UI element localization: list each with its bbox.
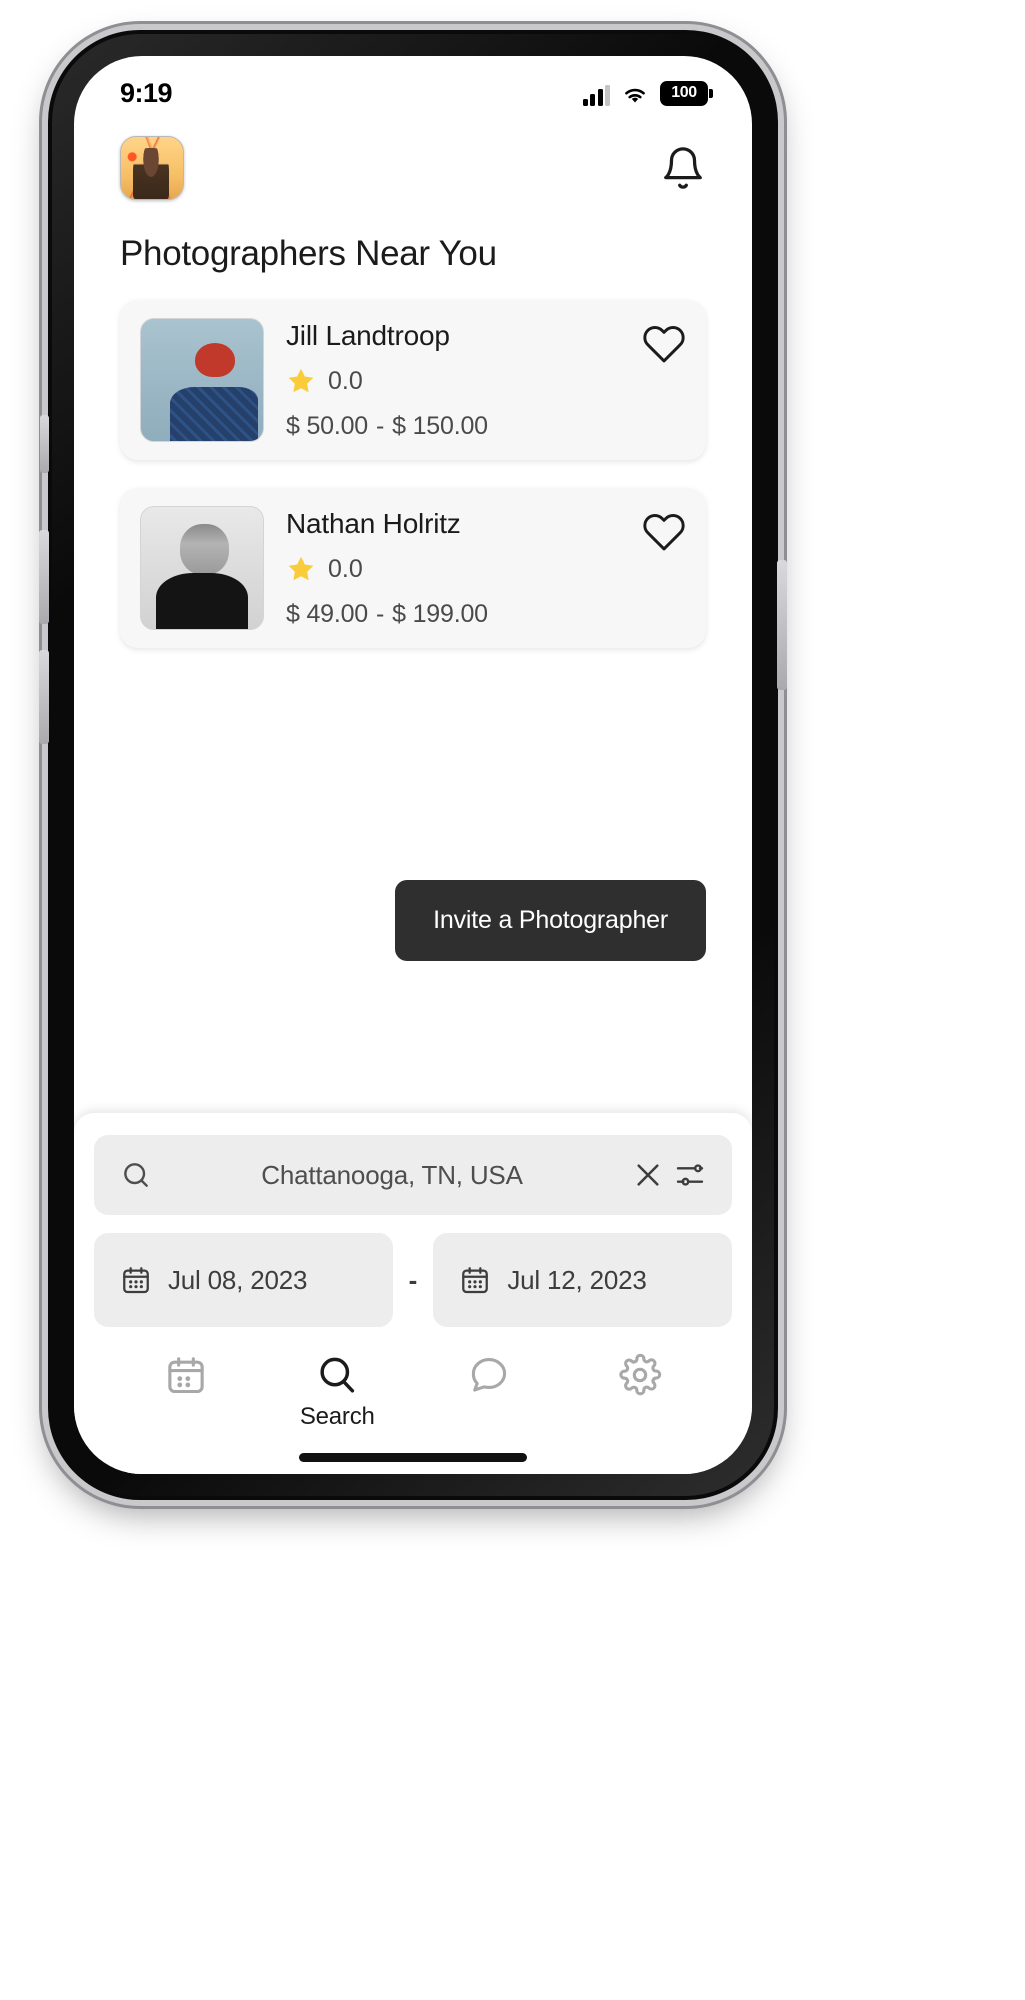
status-icons: 100 bbox=[582, 80, 713, 106]
silent-switch-button[interactable] bbox=[40, 415, 49, 473]
status-bar: 9:19 100 bbox=[74, 56, 752, 118]
date-range-row: Jul 08, 2023 - Jul 12, 2023 bbox=[94, 1233, 733, 1327]
price-min: $ 49.00 bbox=[286, 600, 369, 628]
home-indicator bbox=[299, 1453, 527, 1462]
location-search-field[interactable]: Chattanooga, TN, USA bbox=[94, 1135, 732, 1215]
star-icon bbox=[288, 368, 314, 393]
battery-icon: 100 bbox=[660, 80, 713, 106]
power-button[interactable] bbox=[777, 560, 787, 690]
page-title: Photographers Near You bbox=[120, 234, 497, 273]
filter-sliders-icon[interactable] bbox=[674, 1159, 706, 1191]
photographer-name: Jill Landtroop bbox=[286, 320, 450, 351]
gear-icon bbox=[619, 1353, 662, 1396]
search-input[interactable]: Chattanooga, TN, USA bbox=[162, 1160, 622, 1191]
price-max: $ 199.00 bbox=[392, 600, 488, 628]
bell-icon[interactable] bbox=[660, 145, 706, 191]
start-date-value: Jul 08, 2023 bbox=[168, 1264, 308, 1295]
price-range: $ 50.00- $ 150.00 bbox=[286, 412, 620, 441]
star-icon bbox=[288, 556, 314, 581]
battery-level: 100 bbox=[671, 84, 697, 101]
tab-messages[interactable] bbox=[413, 1353, 565, 1403]
wifi-icon bbox=[625, 88, 645, 102]
date-separator: - bbox=[408, 1264, 418, 1295]
invite-button-row: Invite a Photographer bbox=[74, 880, 752, 961]
photographer-info: Jill Landtroop 0.0 $ 50.00- $ 150.00 bbox=[286, 318, 620, 441]
cellular-signal-icon bbox=[582, 84, 610, 106]
photographer-thumbnail bbox=[140, 318, 264, 442]
bottom-tab-bar: Search bbox=[94, 1327, 732, 1431]
price-min: $ 50.00 bbox=[286, 412, 369, 440]
calendar-icon bbox=[168, 1357, 204, 1394]
device-frame: 9:19 100 Photographers Near You Jill Lan… bbox=[39, 30, 787, 1500]
end-date-value: Jul 12, 2023 bbox=[507, 1264, 647, 1295]
app-header bbox=[74, 118, 752, 200]
tab-label: Search bbox=[299, 1403, 375, 1430]
photographer-card[interactable]: Jill Landtroop 0.0 $ 50.00- $ 150.00 bbox=[120, 300, 706, 460]
search-icon bbox=[124, 1163, 148, 1187]
avatar[interactable] bbox=[120, 136, 184, 200]
end-date-field[interactable]: Jul 12, 2023 bbox=[433, 1233, 733, 1327]
rating-row: 0.0 bbox=[286, 366, 620, 396]
photographer-card[interactable]: Nathan Holritz 0.0 $ 49.00- $ 199.00 bbox=[120, 488, 706, 648]
heart-outline-icon[interactable] bbox=[642, 322, 686, 366]
search-icon bbox=[320, 1357, 355, 1393]
price-separator: - bbox=[376, 412, 385, 440]
photographer-name: Nathan Holritz bbox=[286, 508, 461, 539]
rating-value: 0.0 bbox=[328, 554, 363, 583]
calendar-icon bbox=[462, 1267, 489, 1294]
price-max: $ 150.00 bbox=[392, 412, 488, 440]
chat-bubble-icon bbox=[471, 1358, 506, 1392]
volume-up-button[interactable] bbox=[39, 530, 49, 624]
close-x-icon[interactable] bbox=[632, 1159, 664, 1191]
invite-photographer-button[interactable]: Invite a Photographer bbox=[395, 880, 706, 961]
avatar-person bbox=[133, 148, 170, 199]
search-panel: Chattanooga, TN, USA Jul 08, 2023 - Jul … bbox=[74, 1113, 752, 1474]
price-range: $ 49.00- $ 199.00 bbox=[286, 600, 620, 629]
start-date-field[interactable]: Jul 08, 2023 bbox=[94, 1233, 393, 1327]
heart-outline-icon[interactable] bbox=[642, 510, 686, 554]
price-separator: - bbox=[376, 600, 385, 628]
phone-screen: 9:19 100 Photographers Near You Jill Lan… bbox=[74, 56, 752, 1474]
calendar-icon bbox=[123, 1267, 149, 1294]
tab-search[interactable]: Search bbox=[262, 1353, 414, 1431]
tab-settings[interactable] bbox=[565, 1353, 717, 1403]
volume-down-button[interactable] bbox=[39, 650, 49, 744]
photographer-info: Nathan Holritz 0.0 $ 49.00- $ 199.00 bbox=[286, 506, 620, 629]
status-time: 9:19 bbox=[120, 77, 173, 108]
rating-row: 0.0 bbox=[286, 554, 620, 584]
tab-bookings[interactable] bbox=[110, 1353, 262, 1403]
photographer-thumbnail bbox=[140, 506, 264, 630]
rating-value: 0.0 bbox=[328, 366, 363, 395]
photographer-list: Jill Landtroop 0.0 $ 50.00- $ 150.00 Nat… bbox=[74, 274, 752, 648]
